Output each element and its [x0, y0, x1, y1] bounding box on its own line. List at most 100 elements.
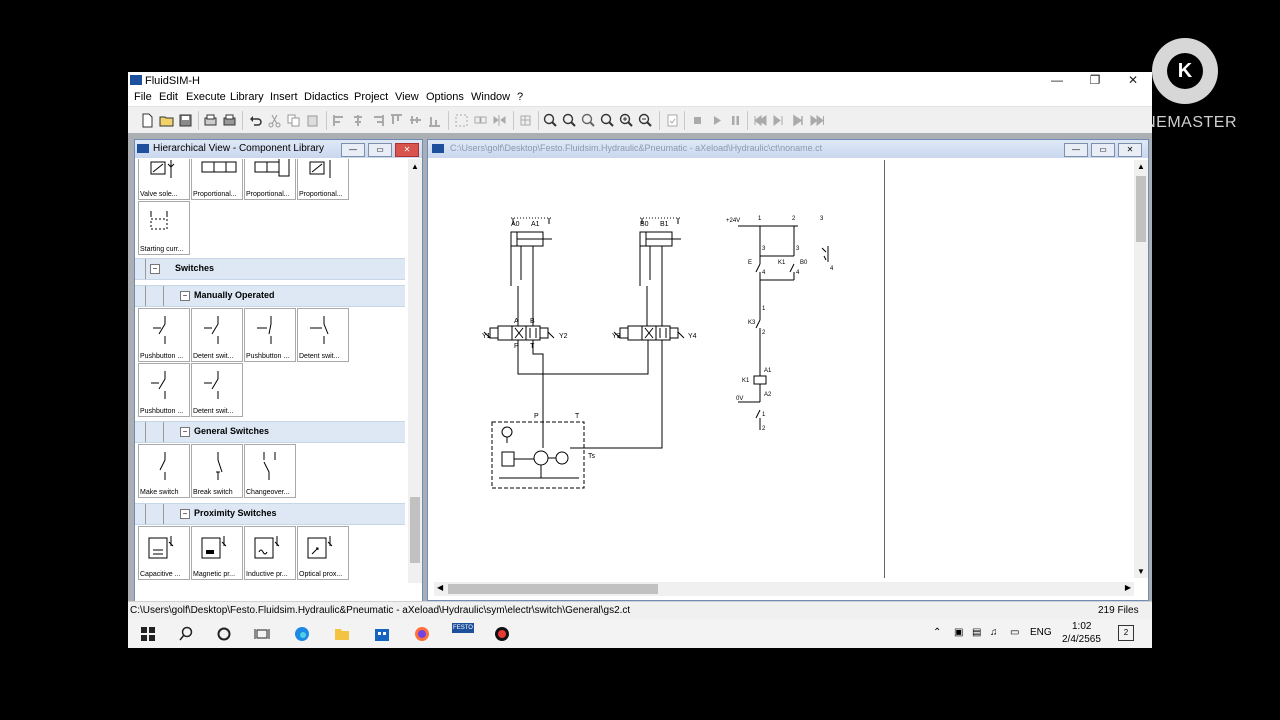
menu-insert[interactable]: Insert: [270, 91, 298, 103]
drawing-vertical-scrollbar[interactable]: ▲ ▼: [1134, 160, 1148, 578]
scroll-right-icon[interactable]: ▶: [1125, 583, 1131, 592]
clock-date[interactable]: 2/4/2565: [1062, 634, 1101, 645]
language-indicator[interactable]: ENG: [1030, 627, 1052, 638]
component-pushbutton-2[interactable]: Pushbutton ...: [244, 308, 296, 362]
align-top-icon[interactable]: [389, 113, 404, 128]
directional-valve-a[interactable]: [483, 325, 555, 341]
scroll-down-icon[interactable]: ▼: [1137, 567, 1145, 576]
component-magnetic-proximity[interactable]: Magnetic pr...: [191, 526, 243, 580]
align-bottom-icon[interactable]: [427, 113, 442, 128]
menu-execute[interactable]: Execute: [186, 91, 226, 103]
zoom-out-icon[interactable]: [638, 113, 653, 128]
camera-icon[interactable]: ▤: [972, 627, 981, 638]
stop-icon[interactable]: [690, 113, 705, 128]
component-detent-switch-1[interactable]: Detent swit...: [191, 308, 243, 362]
mirror-icon[interactable]: [492, 113, 507, 128]
collapse-icon[interactable]: −: [150, 264, 160, 274]
cortana-icon[interactable]: [216, 626, 232, 642]
group-manually-operated[interactable]: − Manually Operated: [135, 285, 405, 307]
paste-icon[interactable]: [305, 113, 320, 128]
collapse-icon[interactable]: −: [180, 291, 190, 301]
scroll-up-icon[interactable]: ▲: [1137, 162, 1145, 171]
pause-icon[interactable]: [728, 113, 743, 128]
undo-icon[interactable]: [248, 113, 263, 128]
group-proximity-switches[interactable]: − Proximity Switches: [135, 503, 405, 525]
restore-button[interactable]: ❐: [1076, 72, 1114, 90]
zoom-fit-icon[interactable]: [562, 113, 577, 128]
component-detent-switch-2[interactable]: Detent swit...: [297, 308, 349, 362]
hydraulic-power-unit[interactable]: [491, 421, 585, 489]
zoom-previous-icon[interactable]: [581, 113, 596, 128]
menu-options[interactable]: Options: [426, 91, 464, 103]
store-icon[interactable]: [374, 626, 390, 642]
scroll-up-icon[interactable]: ▲: [411, 162, 419, 171]
battery-icon[interactable]: ▭: [1010, 627, 1019, 638]
drawing-canvas[interactable]: A0 A1 B0 B1 Y1 Y2 Y3 Y4 A B P T P T Ts +…: [434, 160, 885, 578]
component-pushbutton-1[interactable]: Pushbutton ...: [138, 308, 190, 362]
show-hidden-icons[interactable]: ⌃: [933, 627, 941, 638]
zoom-actual-icon[interactable]: [543, 113, 558, 128]
new-file-icon[interactable]: [140, 113, 155, 128]
menu-library[interactable]: Library: [230, 91, 264, 103]
copy-icon[interactable]: [286, 113, 301, 128]
align-center-icon[interactable]: [351, 113, 366, 128]
record-icon[interactable]: [494, 626, 510, 642]
collapse-icon[interactable]: −: [180, 427, 190, 437]
component-optical-proximity[interactable]: Optical prox...: [297, 526, 349, 580]
component-starting-current[interactable]: Starting curr...: [138, 201, 190, 255]
drawing-minimize-button[interactable]: —: [1064, 143, 1088, 157]
notification-center-icon[interactable]: 2: [1118, 625, 1134, 641]
menu-edit[interactable]: Edit: [159, 91, 178, 103]
component-proportional-2[interactable]: Proportional...: [244, 159, 296, 200]
component-proportional-3[interactable]: Proportional...: [297, 159, 349, 200]
fast-forward-icon[interactable]: [810, 113, 825, 128]
scroll-left-icon[interactable]: ◀: [437, 583, 443, 592]
scrollbar-thumb[interactable]: [448, 584, 658, 594]
step-icon[interactable]: [772, 113, 787, 128]
play-icon[interactable]: [709, 113, 724, 128]
cut-icon[interactable]: [267, 113, 282, 128]
drawing-maximize-button[interactable]: ▭: [1091, 143, 1115, 157]
library-scrollbar[interactable]: ▲: [408, 159, 422, 583]
component-make-switch[interactable]: Make switch: [138, 444, 190, 498]
library-minimize-button[interactable]: —: [341, 143, 365, 157]
print-icon[interactable]: [222, 113, 237, 128]
group-general-switches[interactable]: − General Switches: [135, 421, 405, 443]
windows-start-icon[interactable]: [140, 626, 156, 642]
align-middle-icon[interactable]: [408, 113, 423, 128]
reset-icon[interactable]: [753, 113, 768, 128]
component-break-switch[interactable]: Break switch: [191, 444, 243, 498]
open-folder-icon[interactable]: [159, 113, 174, 128]
ungroup-icon[interactable]: [473, 113, 488, 128]
volume-icon[interactable]: ♫: [990, 627, 998, 638]
close-button[interactable]: ✕: [1114, 72, 1152, 90]
component-proportional-1[interactable]: Proportional...: [191, 159, 243, 200]
file-explorer-icon[interactable]: [334, 626, 350, 642]
fluidsim-taskbar-icon[interactable]: FESTO: [452, 623, 474, 643]
component-detent-switch-3[interactable]: Detent swit...: [191, 363, 243, 417]
firefox-icon[interactable]: [414, 626, 430, 642]
menu-help[interactable]: ?: [517, 91, 523, 103]
step-forward-icon[interactable]: [791, 113, 806, 128]
component-pushbutton-3[interactable]: Pushbutton ...: [138, 363, 190, 417]
clock-time[interactable]: 1:02: [1072, 621, 1091, 632]
menu-view[interactable]: View: [395, 91, 419, 103]
zoom-window-icon[interactable]: [600, 113, 615, 128]
group-switches[interactable]: − Switches: [135, 258, 405, 280]
group-icon[interactable]: [454, 113, 469, 128]
component-changeover-switch[interactable]: Changeover...: [244, 444, 296, 498]
scrollbar-thumb[interactable]: [410, 497, 420, 563]
align-left-icon[interactable]: [332, 113, 347, 128]
print-preview-icon[interactable]: [203, 113, 218, 128]
task-view-icon[interactable]: [254, 626, 270, 642]
scrollbar-thumb[interactable]: [1136, 176, 1146, 242]
drawing-close-button[interactable]: ✕: [1118, 143, 1142, 157]
menu-didactics[interactable]: Didactics: [304, 91, 349, 103]
library-close-button[interactable]: ✕: [395, 143, 419, 157]
drawing-horizontal-scrollbar[interactable]: ◀ ▶: [434, 582, 1134, 596]
menu-file[interactable]: File: [134, 91, 152, 103]
grid-icon[interactable]: [518, 113, 533, 128]
library-maximize-button[interactable]: ▭: [368, 143, 392, 157]
edge-browser-icon[interactable]: [294, 626, 310, 642]
component-valve-solenoid[interactable]: Valve sole...: [138, 159, 190, 200]
